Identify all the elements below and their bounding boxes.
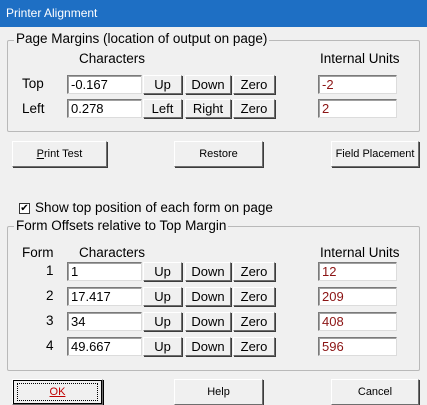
left-margin-left-button[interactable]: Left: [143, 99, 182, 118]
form-offsets-characters-header: Characters: [79, 245, 146, 260]
left-margin-right-button[interactable]: Right: [185, 99, 231, 118]
top-margin-zero-button[interactable]: Zero: [233, 75, 275, 94]
field-placement-button[interactable]: Field Placement: [331, 141, 419, 167]
top-margin-label: Top: [22, 76, 44, 91]
form-4-zero-button[interactable]: Zero: [233, 337, 275, 356]
show-top-position-checkbox[interactable]: ✔: [19, 203, 30, 214]
print-test-label: rint Test: [44, 148, 83, 160]
form-number-1: 1: [46, 263, 54, 278]
form-1-internal-input[interactable]: 12: [318, 262, 397, 281]
form-number-3: 3: [46, 313, 54, 328]
form-offsets-internal-units-header: Internal Units: [320, 245, 400, 260]
form-2-characters-input[interactable]: 17.417: [67, 287, 142, 306]
window-title: Printer Alignment: [6, 6, 98, 20]
form-4-up-button[interactable]: Up: [143, 337, 182, 356]
show-top-position-label[interactable]: Show top position of each form on page: [35, 200, 273, 215]
form-1-zero-button[interactable]: Zero: [233, 262, 275, 281]
form-4-down-button[interactable]: Down: [185, 337, 231, 356]
form-3-characters-input[interactable]: 34: [67, 312, 142, 331]
help-button[interactable]: Help: [174, 379, 263, 405]
form-1-characters-input[interactable]: 1: [67, 262, 142, 281]
left-margin-label: Left: [22, 101, 45, 116]
restore-button[interactable]: Restore: [174, 141, 263, 167]
left-margin-zero-button[interactable]: Zero: [233, 99, 275, 118]
form-3-zero-button[interactable]: Zero: [233, 312, 275, 331]
page-margins-legend: Page Margins (location of output on page…: [14, 31, 270, 46]
form-2-internal-input[interactable]: 209: [318, 287, 397, 306]
form-2-up-button[interactable]: Up: [143, 287, 182, 306]
form-3-up-button[interactable]: Up: [143, 312, 182, 331]
form-3-internal-input[interactable]: 408: [318, 312, 397, 331]
form-4-internal-input[interactable]: 596: [318, 337, 397, 356]
form-2-zero-button[interactable]: Zero: [233, 287, 275, 306]
title-bar: Printer Alignment: [0, 0, 427, 27]
page-margins-internal-units-header: Internal Units: [320, 51, 400, 66]
form-2-down-button[interactable]: Down: [185, 287, 231, 306]
form-4-characters-input[interactable]: 49.667: [67, 337, 142, 356]
left-margin-internal-input[interactable]: 2: [318, 99, 397, 118]
form-3-down-button[interactable]: Down: [185, 312, 231, 331]
form-offsets-legend: Form Offsets relative to Top Margin: [14, 218, 229, 233]
form-header: Form: [22, 245, 54, 260]
top-margin-internal-input[interactable]: -2: [318, 75, 397, 94]
ok-button-label: OK: [49, 386, 66, 398]
form-number-2: 2: [46, 288, 54, 303]
ok-button[interactable]: OK: [12, 379, 103, 405]
form-number-4: 4: [46, 338, 54, 353]
left-margin-characters-input[interactable]: 0.278: [67, 99, 142, 118]
print-test-button[interactable]: Print Test: [12, 141, 107, 167]
form-1-up-button[interactable]: Up: [143, 262, 182, 281]
form-1-down-button[interactable]: Down: [185, 262, 231, 281]
top-margin-characters-input[interactable]: -0.167: [67, 75, 142, 94]
top-margin-down-button[interactable]: Down: [185, 75, 231, 94]
print-test-mnemonic: P: [36, 148, 45, 160]
top-margin-up-button[interactable]: Up: [143, 75, 182, 94]
page-margins-characters-header: Characters: [79, 51, 146, 66]
cancel-button[interactable]: Cancel: [331, 379, 419, 405]
